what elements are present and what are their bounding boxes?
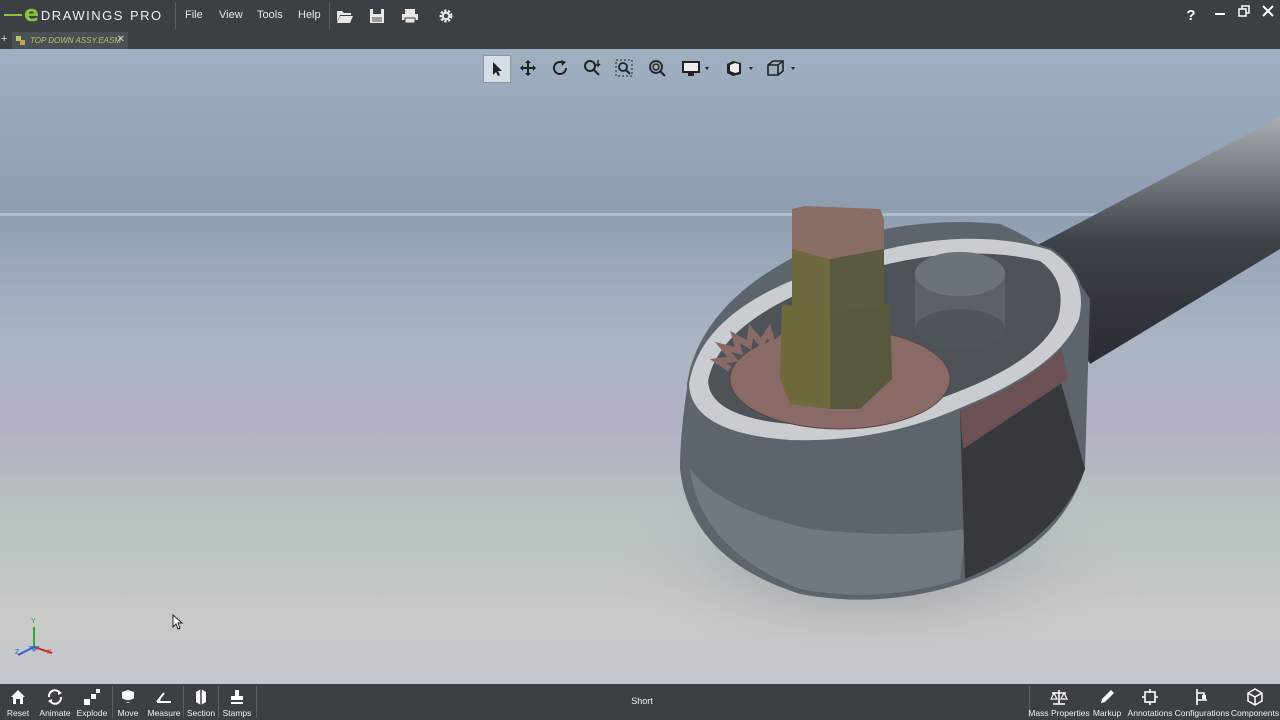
- restore-icon[interactable]: [1233, 0, 1255, 22]
- logo-suffix: PRO: [129, 7, 163, 23]
- menu-view[interactable]: View: [219, 0, 243, 31]
- tab-bar: TOP DOWN ASSY.EASM ✕: [0, 31, 1280, 49]
- display-style-icon[interactable]: [678, 55, 714, 81]
- move-icon: [119, 686, 137, 708]
- section-icon: [193, 686, 209, 708]
- measure-icon: [155, 686, 173, 708]
- status-text: Short: [631, 696, 653, 706]
- axis-z-label: Z: [15, 649, 20, 656]
- components-button[interactable]: Components: [1230, 684, 1280, 720]
- home-icon: [10, 686, 26, 708]
- divider: [183, 686, 184, 718]
- open-icon[interactable]: [335, 6, 355, 26]
- annotations-button[interactable]: Annotations: [1127, 684, 1173, 720]
- pan-icon[interactable]: [516, 55, 540, 81]
- logo-name: DRAWINGS: [40, 7, 124, 23]
- scale-icon: [1050, 686, 1068, 708]
- menu-help[interactable]: Help: [298, 0, 321, 31]
- save-icon[interactable]: [367, 6, 387, 26]
- mass-properties-button[interactable]: Mass Properties: [1028, 684, 1090, 720]
- assembly-icon: [15, 35, 26, 46]
- animate-button[interactable]: Animate: [36, 684, 74, 720]
- 3d-viewport[interactable]: Y X Z: [0, 49, 1280, 684]
- stamps-icon: [229, 686, 245, 708]
- explode-button[interactable]: Explode: [74, 684, 110, 720]
- settings-icon[interactable]: [436, 6, 456, 26]
- animate-icon: [46, 686, 64, 708]
- move-label: Move: [117, 708, 139, 718]
- divider: [218, 686, 219, 718]
- minimize-icon[interactable]: [1209, 0, 1231, 22]
- print-icon[interactable]: [400, 6, 420, 26]
- annotations-icon: [1141, 686, 1159, 708]
- configurations-button[interactable]: Configurations: [1174, 684, 1230, 720]
- annotations-label: Annotations: [1127, 708, 1173, 718]
- markup-button[interactable]: Markup: [1092, 684, 1122, 720]
- bottom-toolbar: Reset Animate Explode Move Measure Secti…: [0, 684, 1280, 720]
- help-icon[interactable]: ?: [1180, 4, 1202, 26]
- stamps-label: Stamps: [222, 708, 252, 718]
- components-icon: [1246, 686, 1264, 708]
- section-button[interactable]: Section: [185, 684, 217, 720]
- tab-label: TOP DOWN ASSY.EASM: [30, 36, 121, 45]
- zoom-to-area-icon[interactable]: [612, 55, 636, 81]
- mouse-cursor-icon: [172, 613, 184, 635]
- zoom-icon[interactable]: [580, 55, 604, 81]
- new-tab-icon[interactable]: +: [1, 33, 7, 45]
- document-tab[interactable]: TOP DOWN ASSY.EASM ✕: [12, 32, 128, 49]
- divider: [329, 2, 330, 29]
- divider: [112, 686, 113, 718]
- pencil-icon: [1099, 686, 1115, 708]
- menu-file[interactable]: File: [185, 0, 203, 31]
- measure-button[interactable]: Measure: [146, 684, 182, 720]
- markup-label: Markup: [1092, 708, 1122, 718]
- measure-label: Measure: [147, 708, 181, 718]
- reset-button[interactable]: Reset: [3, 684, 33, 720]
- select-icon[interactable]: [483, 55, 511, 83]
- model-render[interactable]: [0, 49, 1280, 684]
- axis-y-label: Y: [31, 618, 36, 625]
- configurations-icon: [1194, 686, 1210, 708]
- title-bar: e DRAWINGS PRO File View Tools Help ?: [0, 0, 1280, 31]
- section-label: Section: [186, 708, 216, 718]
- axis-x-label: X: [47, 649, 52, 656]
- stamps-button[interactable]: Stamps: [220, 684, 254, 720]
- reset-label: Reset: [6, 708, 30, 718]
- configurations-label: Configurations: [1174, 708, 1230, 718]
- divider: [175, 2, 176, 29]
- view-orientation-icon[interactable]: [720, 55, 758, 81]
- zoom-to-fit-icon[interactable]: [645, 55, 669, 81]
- standard-views-icon[interactable]: [762, 55, 800, 81]
- logo-letter: e: [24, 2, 39, 27]
- mass-properties-label: Mass Properties: [1028, 708, 1090, 718]
- tab-close-icon[interactable]: ✕: [117, 34, 125, 45]
- close-icon[interactable]: [1257, 0, 1279, 22]
- animate-label: Animate: [39, 708, 71, 718]
- move-button[interactable]: Move: [114, 684, 142, 720]
- divider: [256, 686, 257, 718]
- menu-tools[interactable]: Tools: [257, 0, 283, 31]
- components-label: Components: [1230, 708, 1280, 718]
- axis-triad: Y X Z: [14, 618, 58, 662]
- explode-icon: [83, 686, 101, 708]
- explode-label: Explode: [76, 708, 108, 718]
- logo-arrow: [4, 14, 22, 16]
- rotate-icon[interactable]: [548, 55, 572, 81]
- app-logo: e DRAWINGS PRO: [4, 3, 163, 27]
